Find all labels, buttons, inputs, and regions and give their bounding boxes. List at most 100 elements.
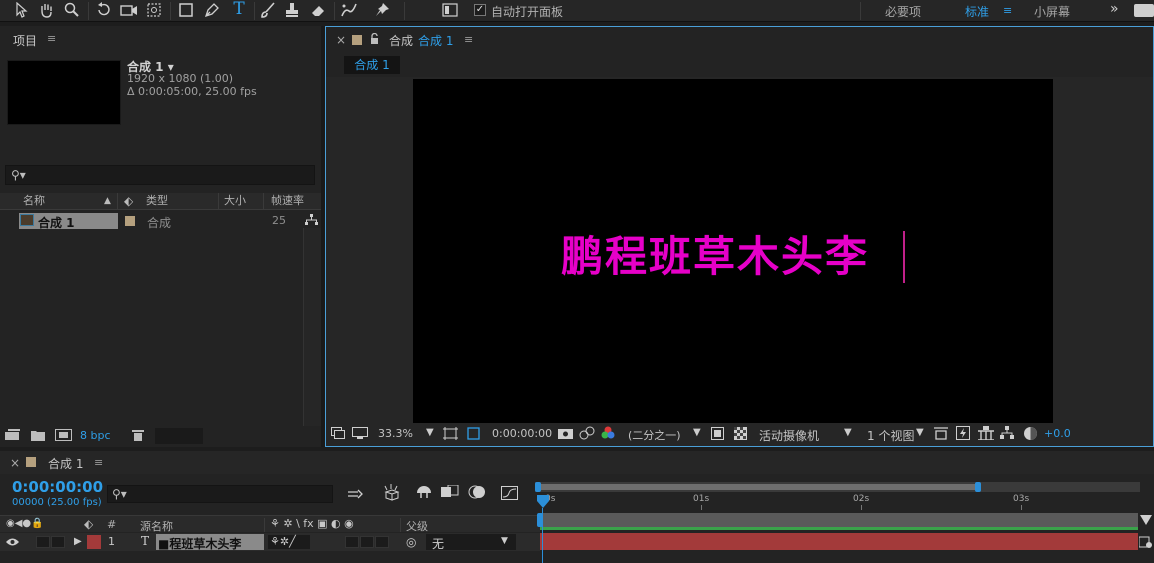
column-parent[interactable]: 父级 [406, 518, 428, 534]
timeline-toggle-icon[interactable] [978, 426, 994, 443]
workspace-small-screen[interactable]: 小屏幕 [1034, 3, 1070, 20]
adjustment-toggle[interactable] [360, 536, 374, 548]
workspace-overflow-icon[interactable]: » [1110, 1, 1119, 17]
workspace-essentials[interactable]: 必要项 [885, 3, 921, 20]
project-scrollbar[interactable] [303, 228, 321, 426]
flowchart-icon[interactable] [1000, 426, 1014, 442]
composition-mini-flowchart-icon[interactable] [348, 488, 364, 503]
composition-panel-menu-icon[interactable]: ≡ [464, 33, 473, 46]
roto-brush-tool-icon[interactable] [340, 2, 358, 18]
monitor-icon[interactable] [352, 427, 368, 443]
motion-blur-icon[interactable] [468, 484, 486, 503]
project-panel-menu-icon[interactable]: ≡ [47, 32, 56, 45]
work-area[interactable] [540, 513, 1138, 527]
bit-depth-button[interactable]: 8 bpc [80, 429, 111, 442]
view-layout-dropdown[interactable]: 1 个视图 [867, 427, 914, 444]
workspace-standard[interactable]: 标准 [965, 3, 989, 20]
time-ruler[interactable]: 0s 01s 02s 03s [535, 493, 1135, 511]
fx-toggle[interactable] [345, 536, 359, 548]
label-tag-icon[interactable]: ⬖ [124, 194, 133, 208]
solo-toggle[interactable] [51, 536, 65, 548]
time-navigator[interactable] [535, 482, 1140, 492]
chevron-down-icon[interactable]: ▼ [426, 427, 434, 438]
column-fps[interactable]: 帧速率 [266, 193, 321, 209]
flowchart-icon[interactable] [305, 214, 318, 229]
playhead-handle[interactable] [537, 495, 549, 508]
toggle-pixel-aspect-icon[interactable] [934, 426, 948, 443]
search-help-icon[interactable] [1134, 4, 1154, 17]
composition-breadcrumb[interactable]: 合成 1 [344, 56, 400, 74]
navigator-end-handle[interactable] [975, 482, 981, 492]
type-tool-icon[interactable]: T [230, 1, 248, 18]
current-time[interactable]: 0:00:00:00 [492, 427, 552, 440]
selection-tool-icon[interactable] [14, 2, 32, 18]
pick-whip-icon[interactable]: ◎ [406, 535, 416, 549]
panel-toggle-icon[interactable] [442, 2, 460, 18]
timeline-current-time[interactable]: 0:00:00:00 [12, 478, 103, 496]
shy-layers-icon[interactable] [415, 485, 433, 502]
audio-toggle[interactable] [36, 536, 50, 548]
composition-canvas[interactable]: 鹏程班草木头李 [413, 79, 1053, 423]
graph-editor-icon[interactable] [501, 486, 518, 503]
reset-exposure-icon[interactable] [1023, 426, 1038, 444]
expand-triangle-icon[interactable]: ▶ [74, 536, 82, 547]
safe-zones-icon[interactable] [443, 427, 458, 443]
work-area-start-handle[interactable] [537, 513, 543, 527]
layer-label-color[interactable] [87, 535, 101, 549]
parent-dropdown[interactable]: 无 ▼ [426, 534, 516, 551]
label-tag-icon[interactable]: ⬖ [84, 517, 93, 531]
project-row[interactable]: 合成 1 合成 25 [0, 211, 303, 230]
new-folder-icon[interactable] [31, 429, 45, 444]
3d-layer-toggle[interactable] [375, 536, 389, 548]
draft-3d-icon[interactable] [381, 484, 401, 505]
rectangle-tool-icon[interactable] [178, 2, 196, 18]
project-search-input[interactable]: ⚲▾ [5, 165, 315, 185]
clone-stamp-tool-icon[interactable] [284, 2, 302, 18]
snapshot-camera-icon[interactable] [558, 427, 573, 442]
close-icon[interactable]: × [336, 33, 346, 47]
exposure-value[interactable]: +0.0 [1044, 427, 1071, 440]
layer-duration-bar[interactable] [540, 533, 1138, 550]
resolution-dropdown[interactable]: (二分之一) [628, 427, 681, 443]
visibility-eye-icon[interactable] [6, 536, 19, 550]
zoom-tool-icon[interactable] [64, 2, 82, 18]
canvas-text-layer[interactable]: 鹏程班草木头李 [561, 223, 869, 284]
eraser-tool-icon[interactable] [310, 2, 328, 18]
composition-viewer[interactable]: 鹏程班草木头李 [326, 77, 1153, 423]
show-snapshot-icon[interactable] [579, 426, 595, 443]
close-icon[interactable]: × [10, 456, 20, 470]
column-index[interactable]: # [107, 518, 116, 531]
layer-row[interactable]: ▶ 1 T ■程班草木头李 ⚘✲╱ ◎ 无 ▼ [0, 533, 540, 551]
label-color-swatch[interactable] [125, 216, 135, 226]
auto-open-panel-checkbox[interactable]: ✓ [474, 4, 486, 16]
region-of-interest-icon[interactable] [711, 427, 724, 443]
pen-tool-icon[interactable] [204, 2, 222, 18]
camera-tool-icon[interactable] [120, 2, 138, 18]
hand-tool-icon[interactable] [38, 2, 56, 18]
camera-view-dropdown[interactable]: 活动摄像机 [759, 427, 819, 444]
layer-end-icon[interactable] [1138, 535, 1153, 549]
trash-icon[interactable] [132, 429, 144, 444]
chevron-down-icon[interactable]: ▼ [844, 427, 852, 438]
layer-switches[interactable]: ⚘✲╱ [268, 535, 310, 549]
column-source-name[interactable]: 源名称 [140, 518, 173, 534]
workspace-menu-icon[interactable]: ≡ [1003, 4, 1012, 17]
brush-tool-icon[interactable] [260, 2, 278, 18]
work-area-bar[interactable] [538, 484, 978, 490]
frame-blending-icon[interactable] [441, 484, 459, 502]
puppet-pin-tool-icon[interactable] [374, 2, 392, 18]
timeline-tab-title[interactable]: 合成 1 [48, 455, 83, 472]
lock-icon[interactable] [370, 32, 379, 47]
timeline-search-input[interactable]: ⚲▾ [107, 485, 333, 503]
navigator-start-handle[interactable] [535, 482, 541, 492]
new-composition-icon[interactable] [55, 429, 72, 444]
mask-visibility-icon[interactable] [466, 426, 481, 444]
chevron-down-icon[interactable]: ▼ [916, 427, 924, 438]
column-type[interactable]: 类型 [141, 193, 219, 209]
layer-source-name[interactable]: ■程班草木头李 [158, 535, 241, 552]
column-size[interactable]: 大小 [220, 193, 264, 209]
pan-behind-tool-icon[interactable] [146, 2, 164, 18]
composition-tab-name[interactable]: 合成 1 [418, 32, 453, 49]
chevron-down-icon[interactable]: ▼ [693, 427, 701, 438]
color-channels-icon[interactable] [601, 426, 615, 443]
